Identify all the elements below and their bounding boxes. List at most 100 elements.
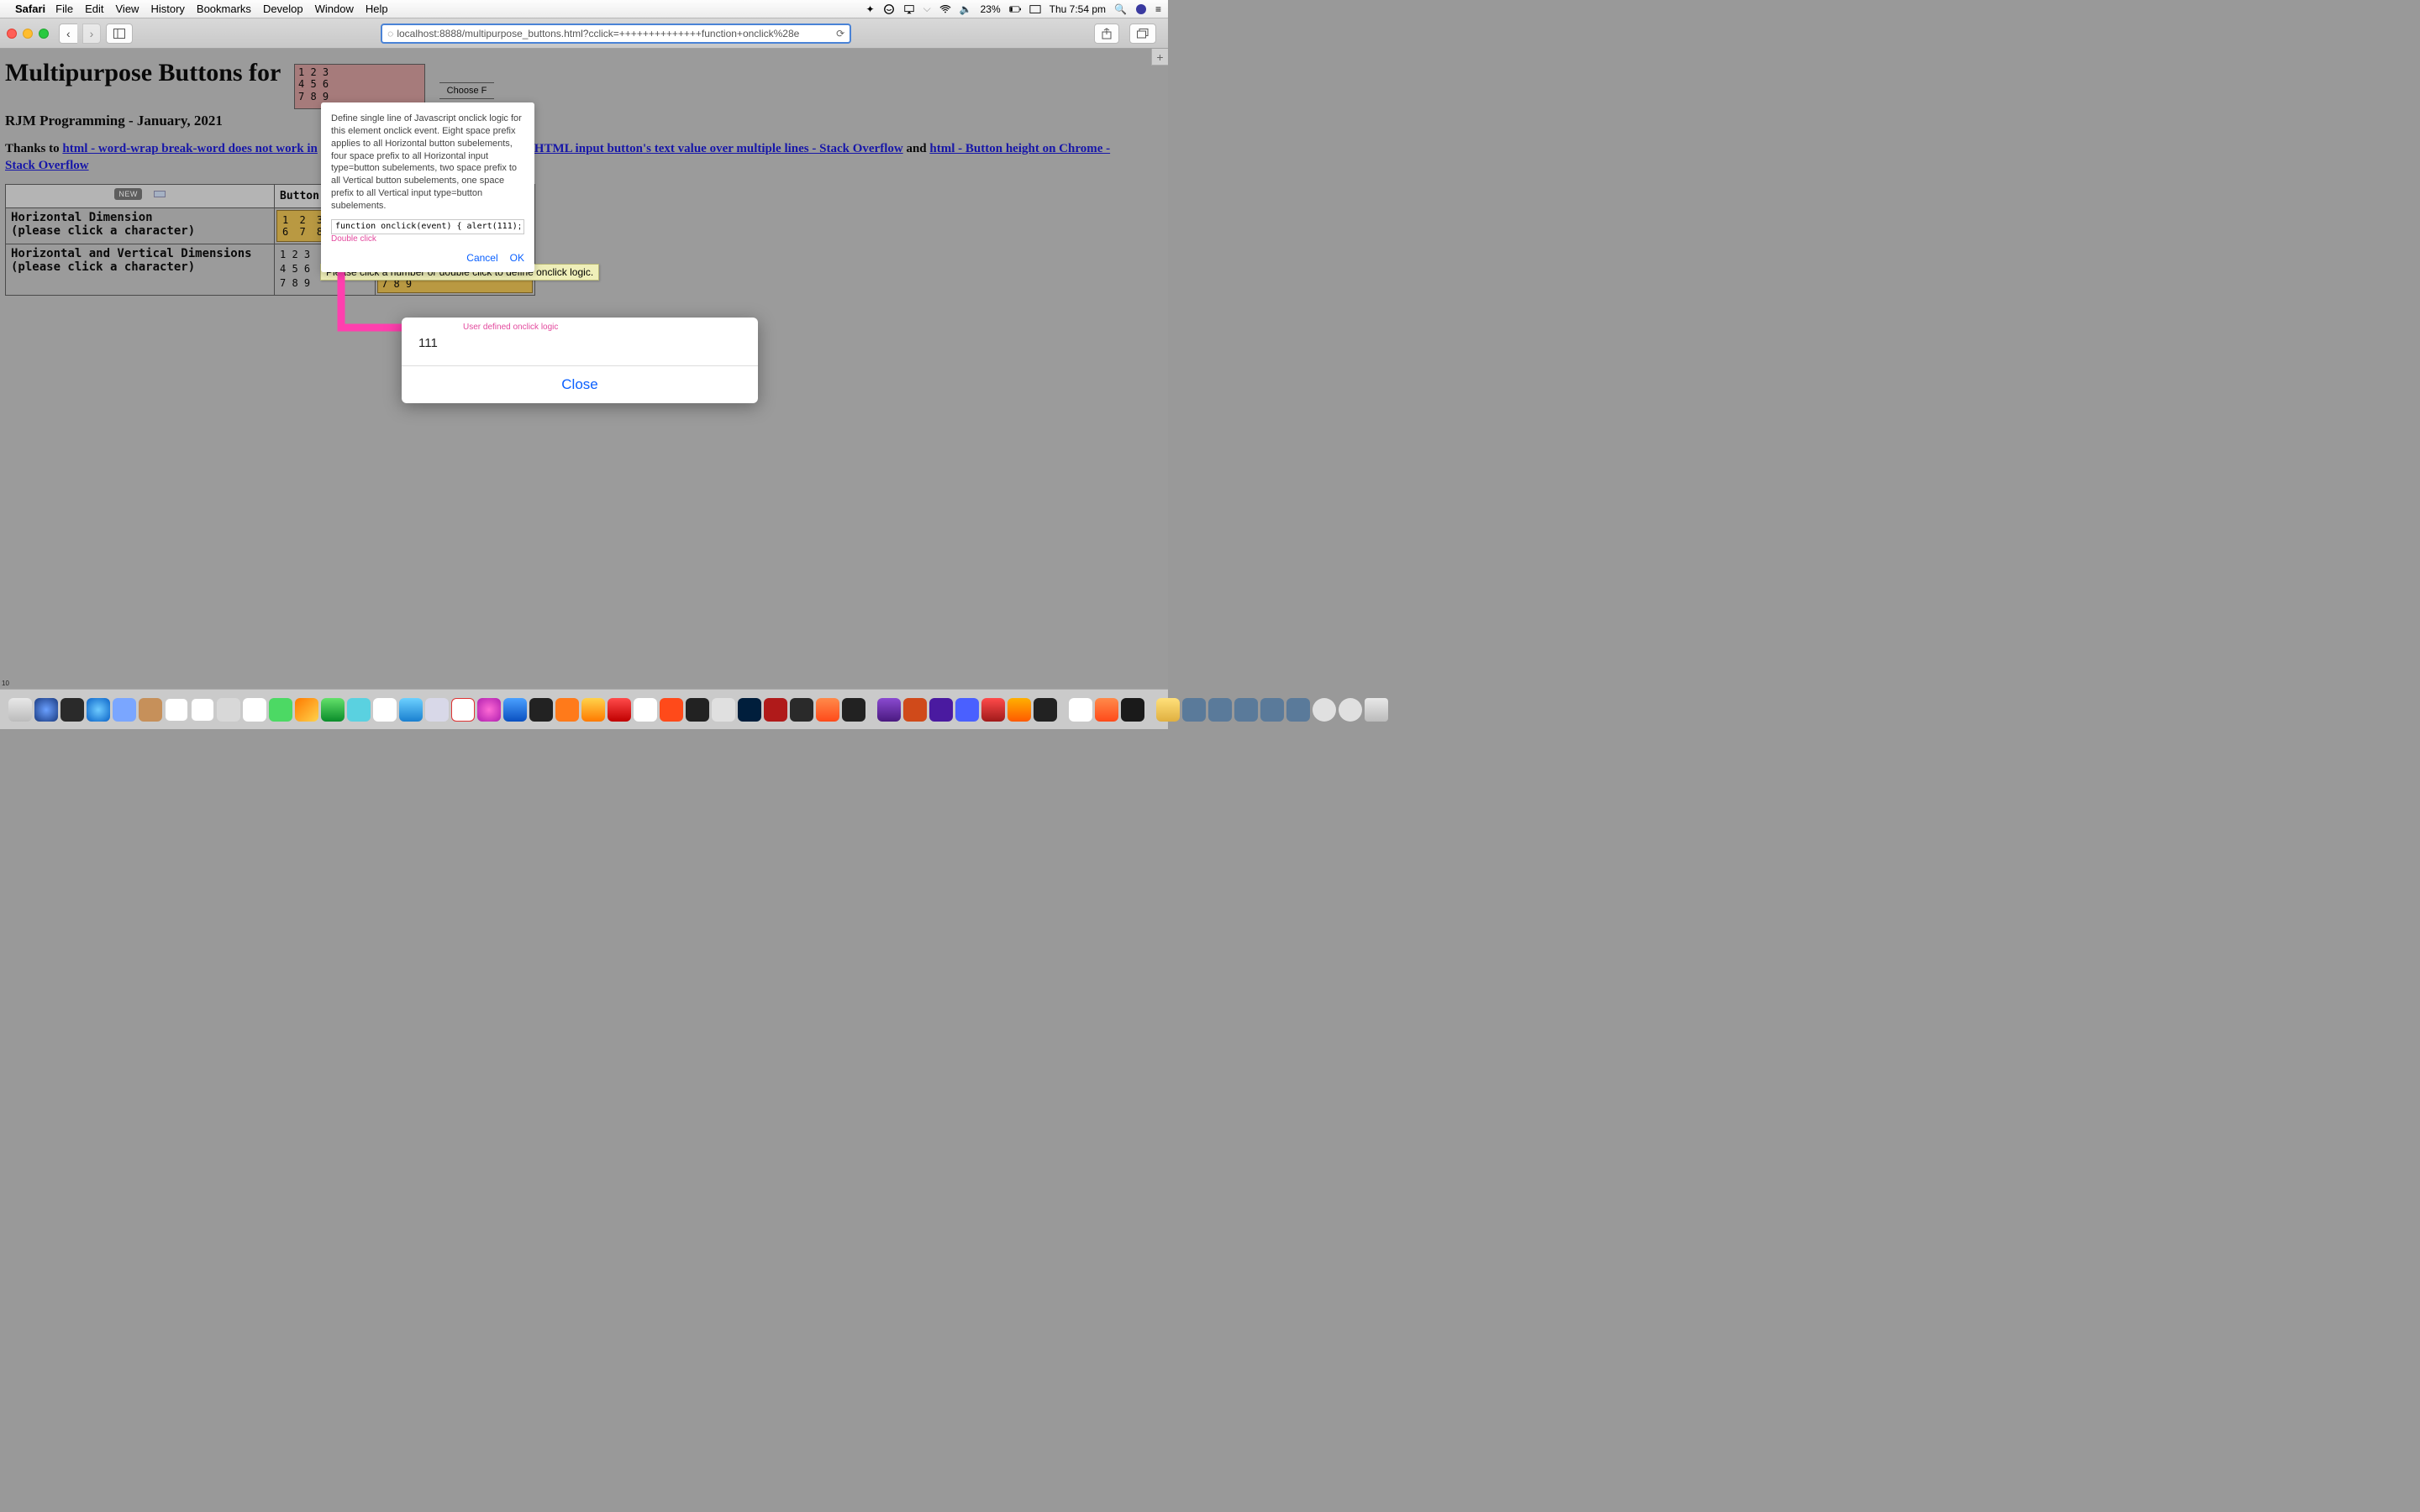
link-wrap-input[interactable]: rapping an HTML input button's text valu…: [472, 142, 903, 155]
dock-folder-icon[interactable]: [1156, 698, 1180, 722]
link-wordwrap[interactable]: html - word-wrap break-word does not wor…: [62, 142, 317, 155]
dock-app-icon[interactable]: [738, 698, 761, 722]
keyboard-icon[interactable]: [1029, 3, 1041, 15]
menu-help[interactable]: Help: [366, 3, 388, 15]
menu-window[interactable]: Window: [315, 3, 354, 15]
dock-app-icon[interactable]: [8, 698, 32, 722]
dock-folder-icon[interactable]: [1260, 698, 1284, 722]
sidebar-button[interactable]: [106, 24, 133, 44]
dock-app-icon[interactable]: [1069, 698, 1092, 722]
app-name[interactable]: Safari: [15, 3, 45, 15]
dock-app-icon[interactable]: [113, 698, 136, 722]
siri-icon[interactable]: [1135, 3, 1147, 15]
dock-app-icon[interactable]: [581, 698, 605, 722]
status-icon-2[interactable]: [883, 3, 895, 15]
dock-app-icon[interactable]: [34, 698, 58, 722]
dock-app-icon[interactable]: [503, 698, 527, 722]
control-center-icon[interactable]: ≡: [1155, 3, 1161, 15]
new-badge: NEW: [114, 188, 142, 200]
dock-app-icon[interactable]: [191, 698, 214, 722]
address-bar[interactable]: ◌ localhost:8888/multipurpose_buttons.ht…: [381, 24, 851, 44]
dock-folder-icon[interactable]: [1234, 698, 1258, 722]
dock-app-icon[interactable]: [477, 698, 501, 722]
bluetooth-icon[interactable]: ⌵: [923, 3, 931, 15]
zoom-window[interactable]: [39, 29, 49, 39]
wifi-icon[interactable]: [939, 3, 951, 15]
dock-app-icon[interactable]: [1095, 698, 1118, 722]
dock-app-icon[interactable]: [529, 698, 553, 722]
tabs-button[interactable]: [1129, 24, 1156, 44]
battery-percent: 23%: [981, 3, 1001, 15]
dock-app-icon[interactable]: [981, 698, 1005, 722]
thanks-line: Thanks to html - word-wrap break-word do…: [5, 141, 1139, 174]
menu-view[interactable]: View: [116, 3, 139, 15]
dock-app-icon[interactable]: [555, 698, 579, 722]
dock-app-icon[interactable]: [269, 698, 292, 722]
dock-app-icon[interactable]: [877, 698, 901, 722]
menu-bookmarks[interactable]: Bookmarks: [197, 3, 251, 15]
dock-app-icon[interactable]: [764, 698, 787, 722]
airplay-icon[interactable]: [903, 3, 915, 15]
dock-app-icon[interactable]: [903, 698, 927, 722]
minimize-window[interactable]: [23, 29, 33, 39]
dock-app-icon[interactable]: [425, 698, 449, 722]
spotlight-icon[interactable]: 🔍: [1114, 3, 1127, 15]
dock-app-icon[interactable]: [217, 698, 240, 722]
site-icon: ◌: [387, 28, 393, 39]
dock-app-icon[interactable]: [608, 698, 631, 722]
back-button[interactable]: ‹: [59, 24, 77, 44]
dock-app-icon[interactable]: [347, 698, 371, 722]
dock-folder-icon[interactable]: [1208, 698, 1232, 722]
badge-icon: [154, 191, 166, 197]
dock-app-icon[interactable]: [790, 698, 813, 722]
double-click-label: Double click: [331, 234, 524, 244]
dock-app-icon[interactable]: [1313, 698, 1336, 722]
dock-app-icon[interactable]: [686, 698, 709, 722]
close-window[interactable]: [7, 29, 17, 39]
dock-app-icon[interactable]: [816, 698, 839, 722]
prompt-ok[interactable]: OK: [510, 252, 524, 264]
dock-app-icon[interactable]: [373, 698, 397, 722]
dock-app-icon[interactable]: [295, 698, 318, 722]
menu-edit[interactable]: Edit: [85, 3, 103, 15]
dock-app-icon[interactable]: [842, 698, 865, 722]
dock-app-icon[interactable]: [165, 698, 188, 722]
share-button[interactable]: [1094, 24, 1119, 44]
dock-app-icon[interactable]: [1121, 698, 1144, 722]
prompt-input[interactable]: [331, 219, 524, 234]
dock-folder-icon[interactable]: [1182, 698, 1206, 722]
dock-app-icon[interactable]: [660, 698, 683, 722]
menu-history[interactable]: History: [150, 3, 184, 15]
user-defined-label: User defined onclick logic: [463, 323, 558, 332]
forward-button[interactable]: ›: [82, 24, 102, 44]
dock-app-icon[interactable]: [321, 698, 345, 722]
choose-file-button[interactable]: Choose F: [439, 82, 494, 99]
dock-app-icon[interactable]: [1034, 698, 1057, 722]
macos-menubar: Safari File Edit View History Bookmarks …: [0, 0, 1168, 18]
menu-develop[interactable]: Develop: [263, 3, 303, 15]
dock-app-icon[interactable]: [929, 698, 953, 722]
dock-app-icon[interactable]: [712, 698, 735, 722]
prompt-cancel[interactable]: Cancel: [466, 252, 497, 264]
dock-app-icon[interactable]: [451, 698, 475, 722]
clock[interactable]: Thu 7:54 pm: [1050, 3, 1106, 15]
dock-app-icon[interactable]: [1339, 698, 1362, 722]
row-horizontal-sub: (please click a character): [11, 224, 195, 238]
dock-app-icon[interactable]: [634, 698, 657, 722]
dock-app-icon[interactable]: [955, 698, 979, 722]
dock-app-icon[interactable]: [399, 698, 423, 722]
battery-icon[interactable]: [1009, 3, 1021, 15]
dock-trash-icon[interactable]: [1365, 698, 1388, 722]
status-icon[interactable]: ✦: [866, 3, 875, 15]
reload-icon[interactable]: ⟳: [836, 28, 844, 39]
dock-app-icon[interactable]: [243, 698, 266, 722]
dock-app-icon[interactable]: [60, 698, 84, 722]
dock-app-icon[interactable]: [1007, 698, 1031, 722]
menu-file[interactable]: File: [55, 3, 73, 15]
volume-icon[interactable]: 🔈: [960, 3, 972, 15]
dock-app-icon[interactable]: [139, 698, 162, 722]
result-alert-close[interactable]: Close: [402, 365, 758, 403]
dock-folder-icon[interactable]: [1286, 698, 1310, 722]
dock-safari-icon[interactable]: [87, 698, 110, 722]
new-tab-button[interactable]: +: [1151, 49, 1168, 66]
